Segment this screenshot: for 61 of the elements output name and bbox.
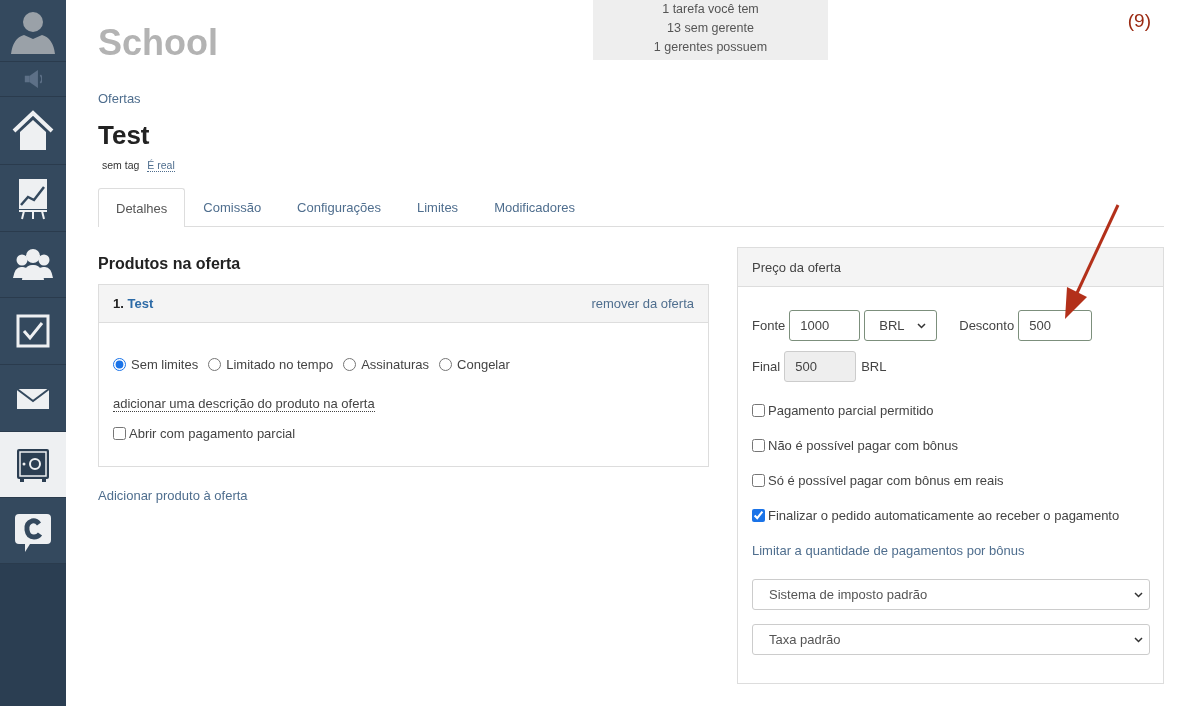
field-label: Fonte: [752, 318, 786, 333]
caret-icon: [1134, 636, 1143, 643]
radio-button[interactable]: [343, 358, 357, 371]
tab[interactable]: Comissão: [185, 188, 280, 226]
tab[interactable]: Modificadores: [476, 188, 594, 226]
discount-field[interactable]: 500: [1018, 310, 1093, 341]
sidebar-item[interactable]: [0, 498, 66, 564]
checkbox[interactable]: [113, 427, 126, 440]
checkbox-label: Só é possível pagar com bônus em reais: [768, 473, 1004, 488]
breadcrumb-link[interactable]: Ofertas: [98, 91, 1164, 106]
checkbox[interactable]: [752, 404, 765, 417]
tab[interactable]: Detalhes: [98, 188, 186, 227]
radio-label: Limitado no tempo: [226, 357, 334, 372]
checkbox[interactable]: [752, 474, 765, 487]
checkbox-label: Não é possível pagar com bônus: [768, 438, 959, 453]
school-title: School: [98, 21, 219, 64]
notice-line: 1 tarefa você tem: [661, 1, 760, 18]
page-title: Test: [98, 120, 151, 151]
field-label: Desconto: [959, 318, 1015, 333]
sidebar-item[interactable]: [0, 298, 66, 365]
tab[interactable]: Limites: [398, 188, 477, 226]
radio-label: Sem limites: [131, 357, 199, 372]
radio-label: Congelar: [457, 357, 510, 372]
radio-button[interactable]: [208, 358, 222, 371]
checkbox[interactable]: [752, 509, 765, 522]
tab[interactable]: Configurações: [279, 188, 399, 226]
sidebar-item[interactable]: [0, 365, 66, 432]
add-product-link[interactable]: Adicionar produto à oferta: [98, 488, 248, 503]
checkbox-label: Finalizar o pedido automaticamente ao receber o pagamento: [768, 508, 1120, 523]
sidebar-item[interactable]: [0, 97, 66, 165]
sidebar-item[interactable]: [0, 432, 66, 498]
caret-icon: [1134, 591, 1143, 598]
counter-text: (9): [1127, 9, 1152, 32]
megaphone-icon: [24, 69, 42, 89]
source-price-field[interactable]: 1000: [789, 310, 861, 341]
currency-select[interactable]: BRL: [864, 310, 938, 341]
section-heading: Produtos na oferta: [98, 255, 242, 273]
radio-button[interactable]: [439, 358, 453, 371]
notice-line: 13 sem gerente: [666, 20, 755, 37]
tag-link[interactable]: É real: [147, 159, 175, 172]
checkbox[interactable]: [752, 439, 765, 452]
panel-title: Preço da oferta: [752, 259, 841, 275]
dropdown-select[interactable]: Taxa padrão: [752, 624, 1150, 655]
radio-label: Assinaturas: [361, 357, 430, 372]
final-price-field: 500: [784, 351, 857, 382]
remove-link[interactable]: remover da oferta: [591, 296, 694, 311]
caret-icon: [917, 322, 927, 329]
description-link[interactable]: adicionar uma descrição do produto na oferta: [113, 396, 375, 412]
product-link[interactable]: Test: [127, 296, 154, 311]
currency-text: BRL: [861, 359, 887, 374]
tag-text: sem tag: [102, 159, 140, 172]
radio-button[interactable]: [113, 358, 126, 371]
sidebar-item[interactable]: [0, 165, 66, 232]
notice-line: 1 gerentes possuem: [652, 39, 769, 56]
checkbox-label: Pagamento parcial permitido: [768, 403, 934, 418]
checkbox-label: Abrir com pagamento parcial: [129, 426, 296, 441]
limit-link[interactable]: Limitar a quantidade de pagamentos por bônus: [752, 543, 1149, 558]
sidebar-item[interactable]: [0, 232, 66, 298]
product-number: 1.: [113, 296, 124, 311]
field-label: Final: [752, 359, 781, 374]
dropdown-select[interactable]: Sistema de imposto padrão: [752, 579, 1150, 610]
